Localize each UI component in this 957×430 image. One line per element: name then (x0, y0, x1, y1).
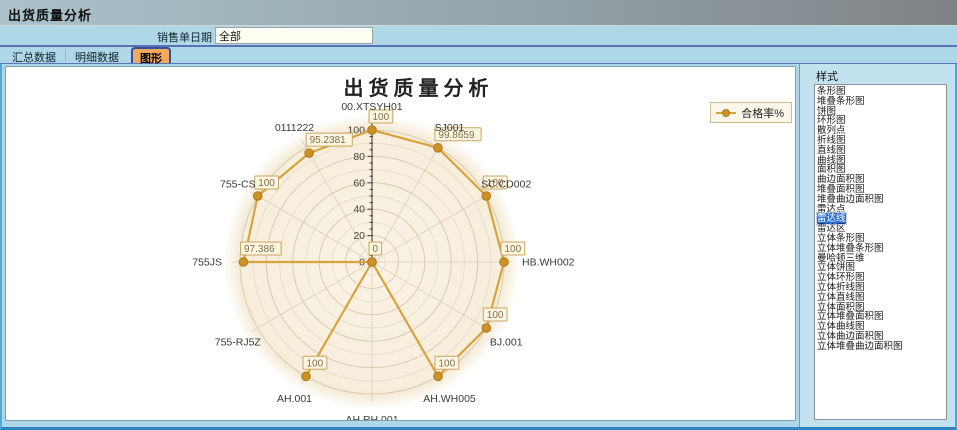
legend-dot-icon (722, 109, 730, 117)
window-title: 出货质量分析 (0, 0, 957, 26)
radar-marker (482, 192, 491, 201)
radar-value-label: 97.386 (244, 244, 275, 255)
radar-category-label: 755JS (192, 257, 222, 269)
radar-marker (239, 258, 248, 267)
radar-marker (434, 372, 443, 381)
radar-category-label: SJ001 (435, 122, 465, 134)
chart-title: 出货质量分析 (24, 72, 813, 101)
sales-date-label: 销售单日期 (157, 29, 212, 45)
radar-category-label: SC.CD002 (481, 179, 531, 191)
filter-bar: 销售单日期 (0, 26, 957, 47)
content-area: 02040608010010099.8659100100100100010097… (0, 64, 957, 430)
radar-chart: 02040608010010099.8659100100100100010097… (6, 67, 795, 420)
radar-category-label: 755-CS (220, 179, 256, 191)
radar-marker (253, 192, 262, 201)
radar-marker (368, 126, 377, 135)
tab-detail-data[interactable]: 明细数据 (67, 47, 127, 63)
sales-date-input[interactable] (215, 27, 373, 44)
radar-axis-tick-label: 80 (353, 151, 365, 163)
radar-value-label: 100 (439, 358, 456, 369)
chart-legend: 合格率% (710, 102, 792, 123)
radar-category-label: AH.RH.001 (345, 414, 398, 420)
radar-axis-tick-label: 40 (353, 204, 365, 216)
tab-summary-data[interactable]: 汇总数据 (4, 47, 64, 63)
radar-category-label: AH.WH005 (423, 393, 476, 405)
tab-graphic[interactable]: 图形 (131, 47, 171, 63)
radar-category-label: 755-RJ5Z (215, 337, 262, 349)
chart-style-listbox[interactable]: 条形图堆叠条形图饼图环形图散列点折线图直线图曲线图面积图曲边面积图堆叠面积图堆叠… (814, 84, 947, 420)
radar-category-label: HB.WH002 (522, 257, 575, 269)
style-option[interactable]: 立体堆叠曲边面积图 (817, 342, 946, 352)
radar-marker (482, 324, 491, 333)
style-panel-title: 样式 (816, 68, 955, 84)
radar-marker (305, 149, 314, 158)
tab-strip: 汇总数据明细数据图形 (0, 47, 957, 64)
radar-value-label: 100 (487, 310, 504, 321)
radar-category-label: 00.XTSYH01 (341, 101, 402, 113)
chart-panel: 02040608010010099.8659100100100100010097… (5, 66, 796, 421)
tab-separator (65, 49, 66, 61)
radar-value-label: 0 (373, 244, 379, 255)
radar-value-label: 100 (307, 358, 324, 369)
style-option[interactable]: 堆叠条形图 (817, 97, 946, 107)
style-panel: 样式 条形图堆叠条形图饼图环形图散列点折线图直线图曲线图面积图曲边面积图堆叠面积… (799, 64, 955, 427)
radar-value-label: 100 (505, 244, 522, 255)
legend-line-marker-icon (716, 112, 736, 114)
radar-marker (500, 258, 509, 267)
radar-category-label: 0111222 (275, 122, 314, 134)
legend-series-label: 合格率% (741, 105, 784, 121)
radar-marker (434, 144, 443, 153)
radar-category-label: AH.001 (277, 393, 312, 405)
radar-value-label: 100 (258, 178, 275, 189)
radar-value-label: 95.2381 (310, 135, 347, 146)
radar-category-label: BJ.001 (490, 337, 523, 349)
radar-marker (302, 372, 311, 381)
radar-marker (368, 258, 377, 267)
radar-value-label: 100 (373, 112, 390, 123)
radar-axis-tick-label: 60 (353, 177, 365, 189)
radar-axis-tick-label: 20 (353, 230, 365, 242)
